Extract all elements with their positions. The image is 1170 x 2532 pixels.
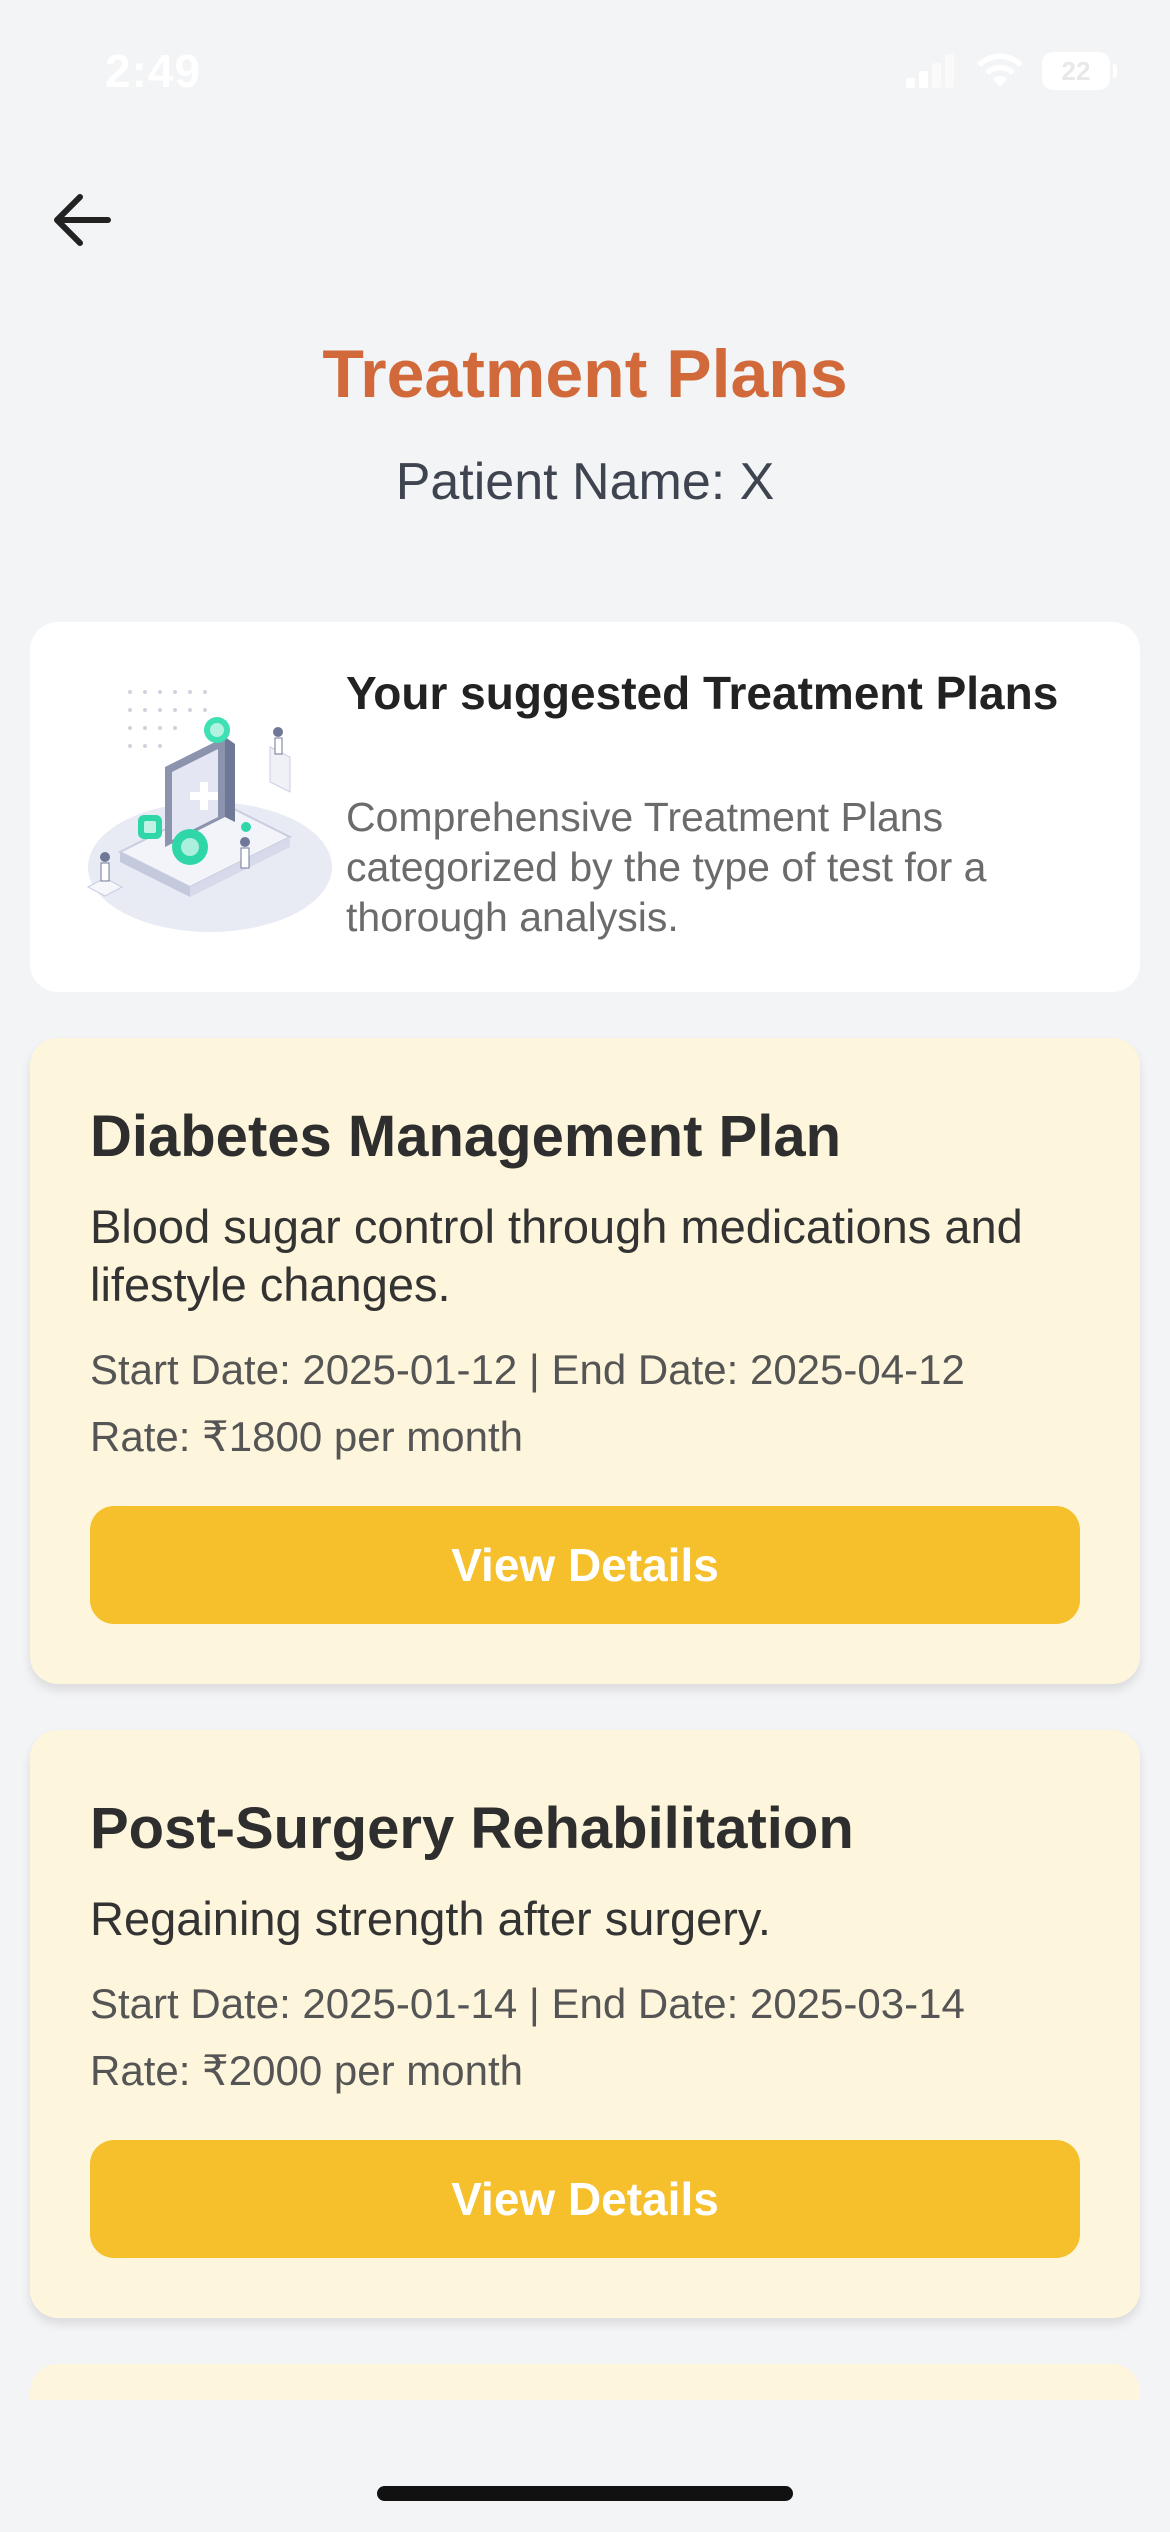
plan-card: Post-Surgery Rehabilitation Regaining st… [30, 1730, 1140, 2318]
arrow-left-icon [54, 194, 111, 246]
status-icons: 22 [906, 52, 1117, 90]
view-details-button[interactable]: View Details [90, 1506, 1080, 1624]
cellular-signal-icon [906, 54, 954, 88]
status-bar: 2:49 22 [0, 0, 1170, 150]
view-details-button[interactable]: View Details [90, 2140, 1080, 2258]
back-button[interactable] [42, 180, 122, 260]
page-title: Treatment Plans [322, 336, 848, 412]
plan-description: Blood sugar control through medications … [90, 1200, 1023, 1311]
plan-dates: Start Date: 2025-01-12 | End Date: 2025-… [90, 1346, 965, 1393]
intro-description: Comprehensive Treatment Plans categorize… [346, 794, 987, 940]
plan-title: Post-Surgery Rehabilitation [90, 1796, 854, 1861]
wifi-icon [977, 53, 1023, 87]
home-indicator[interactable] [377, 2486, 793, 2501]
intro-heading: Your suggested Treatment Plans [346, 667, 1059, 719]
patient-name: Patient Name: X [395, 453, 775, 511]
plan-card: Diabetes Management Plan Blood sugar con… [30, 1038, 1140, 1684]
plan-description: Regaining strength after surgery. [90, 1892, 771, 1945]
plan-title: Diabetes Management Plan [90, 1104, 841, 1169]
battery-icon: 22 [1042, 52, 1117, 90]
battery-level: 22 [1061, 55, 1091, 86]
plan-rate: Rate: ₹2000 per month [90, 2047, 523, 2094]
status-time: 2:49 [105, 45, 202, 97]
plan-dates: Start Date: 2025-01-14 | End Date: 2025-… [90, 1980, 965, 2027]
plan-card-partial [30, 2364, 1140, 2400]
medical-device-illustration [86, 690, 332, 932]
intro-card: Your suggested Treatment Plans Comprehen… [30, 622, 1140, 992]
plan-rate: Rate: ₹1800 per month [90, 1413, 523, 1460]
